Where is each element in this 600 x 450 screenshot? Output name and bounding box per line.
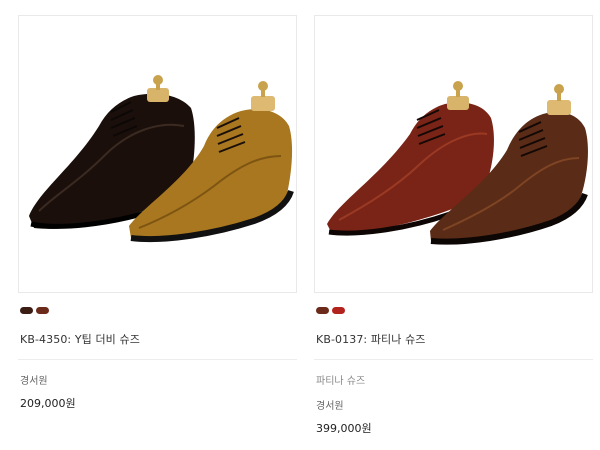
product-name[interactable]: KB-0137: 파티나 슈즈	[314, 331, 593, 347]
product-brand: 경서원	[20, 376, 48, 387]
product-grid: KB-4350: Y팁 더비 슈즈 경서원 209,000원 KB-0137: …	[0, 0, 600, 450]
color-swatch[interactable]	[316, 307, 329, 314]
color-swatch[interactable]	[20, 307, 33, 314]
shoe-pair-image	[327, 81, 588, 245]
product-brand: 경서원	[316, 401, 344, 412]
shoe-pair-image	[29, 75, 294, 243]
product-name[interactable]: KB-4350: Y팁 더비 슈즈	[18, 331, 297, 347]
product-image[interactable]	[314, 15, 593, 293]
product-card[interactable]: KB-0137: 파티나 슈즈 파티나 슈즈 경서원 399,000원	[314, 15, 593, 436]
product-price: 399,000원	[316, 422, 372, 435]
product-subcategory: 파티나 슈즈	[316, 376, 366, 387]
divider	[314, 359, 593, 360]
color-swatch[interactable]	[332, 307, 345, 314]
color-swatch[interactable]	[36, 307, 49, 314]
product-card[interactable]: KB-4350: Y팁 더비 슈즈 경서원 209,000원	[18, 15, 297, 411]
product-price: 209,000원	[20, 397, 76, 410]
color-swatches	[18, 307, 297, 315]
divider	[18, 359, 297, 360]
product-image[interactable]	[18, 15, 297, 293]
color-swatches	[314, 307, 593, 315]
